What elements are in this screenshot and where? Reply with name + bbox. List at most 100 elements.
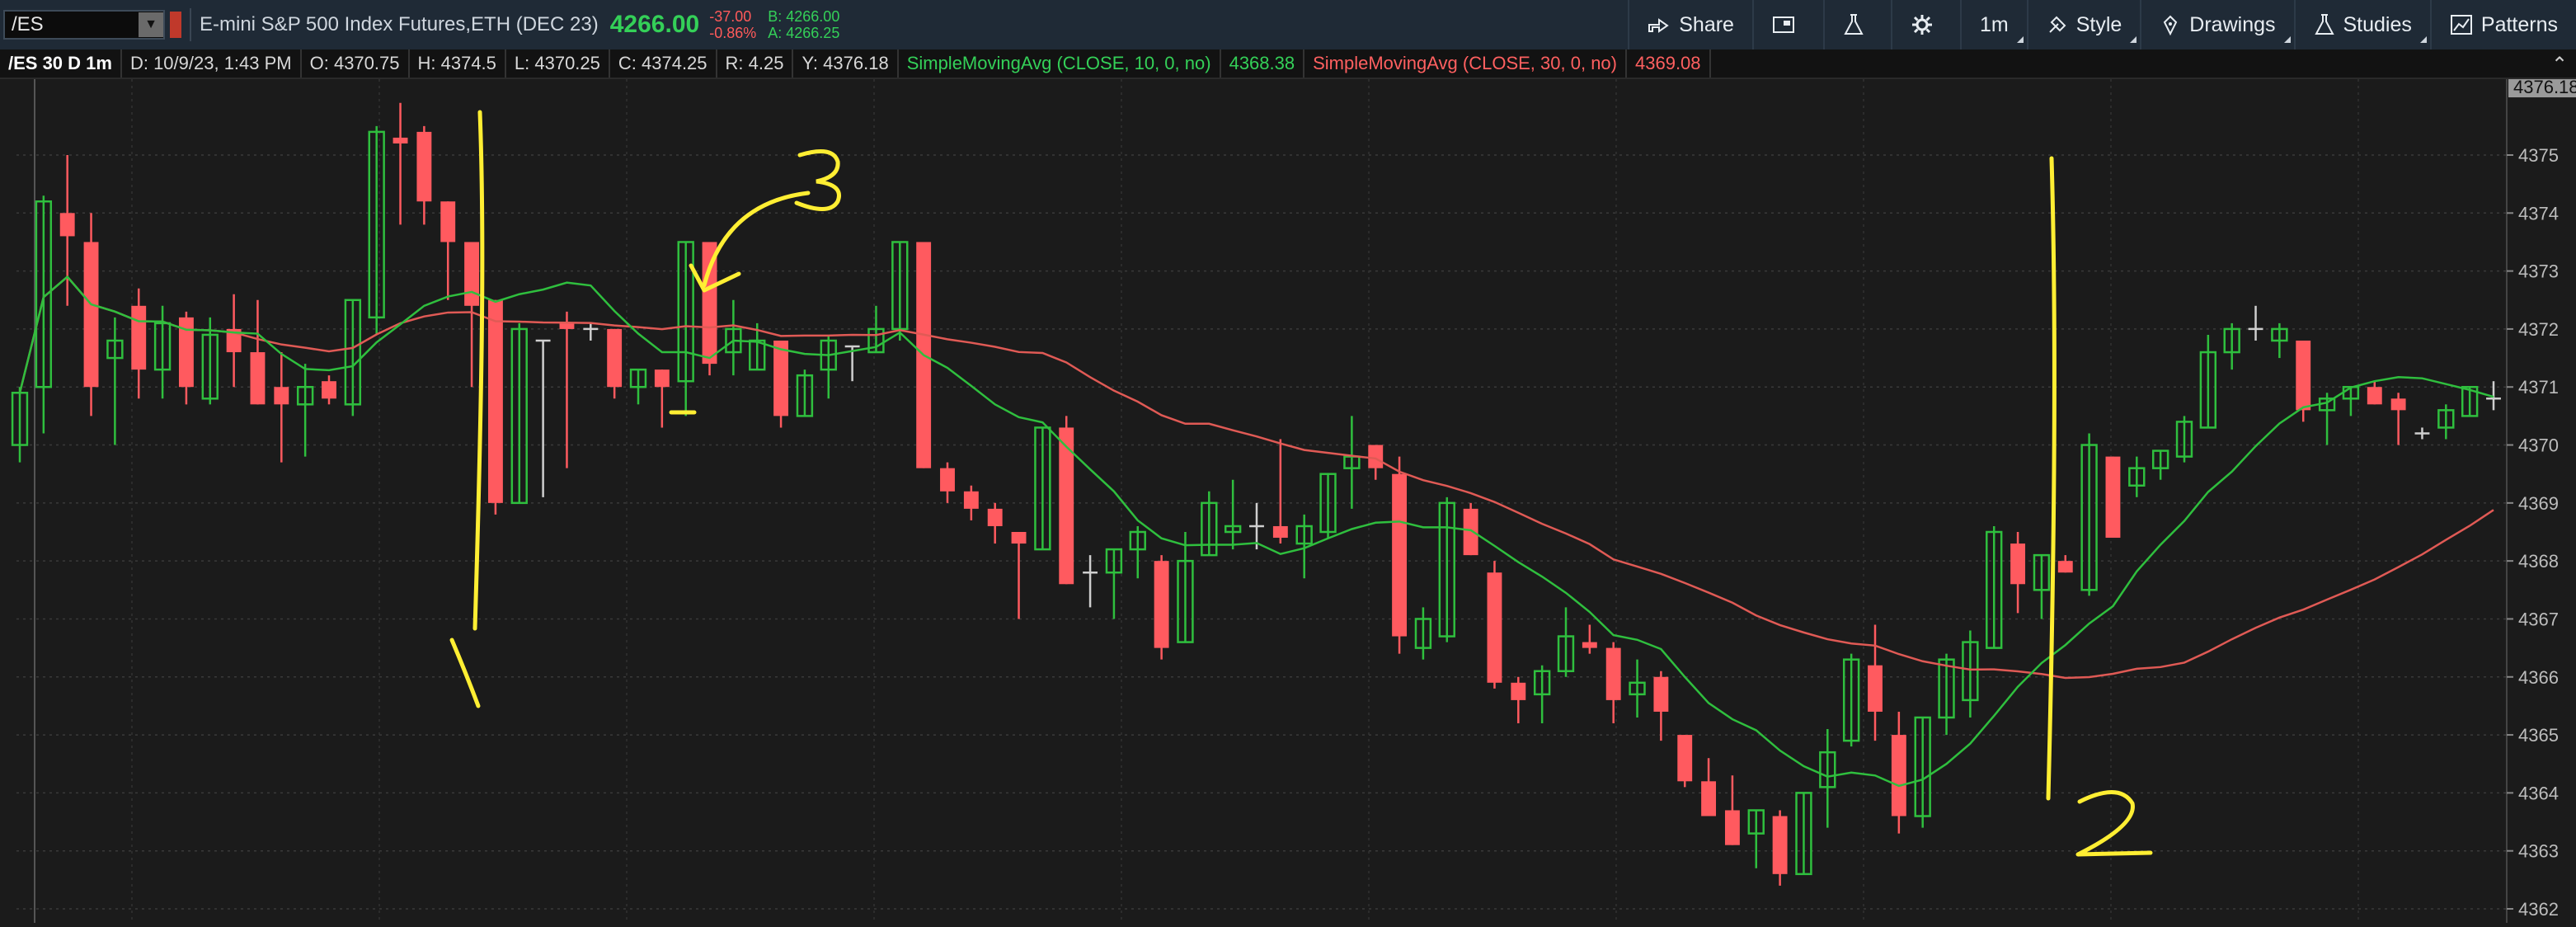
- gear-icon: [1911, 15, 1932, 35]
- bar-high: H: 4374.5: [410, 49, 506, 78]
- sma-fast-value: 4368.38: [1221, 49, 1305, 78]
- last-price: 4266.00: [609, 11, 700, 38]
- candle-body: [393, 137, 408, 144]
- share-button[interactable]: Share: [1628, 0, 1752, 49]
- symbol-description: E-mini S&P 500 Index Futures,ETH (DEC 23…: [200, 13, 599, 35]
- drawings-button[interactable]: Drawings: [2140, 0, 2293, 49]
- chart-info-bar: /ES 30 D 1m D: 10/9/23, 1:43 PM O: 4370.…: [0, 49, 2576, 79]
- price-axis-label: 4367: [2518, 609, 2559, 629]
- candle-body: [1582, 642, 1597, 648]
- bar-open: O: 4370.75: [302, 49, 410, 78]
- candle-body: [274, 387, 289, 405]
- studies-label: Studies: [2343, 12, 2412, 36]
- price-chart[interactable]: 4375 4374 4373 4372 4371 4370 4369 4368 4367 4366…: [0, 76, 2576, 923]
- studies-flask-icon: [2314, 14, 2334, 35]
- candle-body: [59, 213, 75, 237]
- candle-body: [1011, 532, 1027, 544]
- candle-body: [322, 381, 336, 399]
- divider: [190, 8, 191, 41]
- candle-body: [987, 508, 1003, 526]
- style-button[interactable]: Style: [2026, 0, 2141, 49]
- candle-body: [1272, 525, 1288, 539]
- candle-body: [131, 305, 147, 370]
- down-candle: [1392, 456, 1408, 654]
- percent-change: -0.86%: [709, 25, 757, 41]
- bid-price: B: 4266.00: [768, 8, 840, 25]
- candle-body: [250, 352, 266, 405]
- candle-body: [1772, 816, 1788, 874]
- ask-price: A: 4266.25: [768, 25, 840, 41]
- price-axis-label: 4372: [2518, 319, 2559, 340]
- bar-date: D: 10/9/23, 1:43 PM: [122, 49, 302, 78]
- flag-menu-button[interactable]: [1751, 0, 1823, 49]
- sma-fast-label[interactable]: SimpleMovingAvg (CLOSE, 10, 0, no): [899, 49, 1221, 78]
- candle-body: [1677, 735, 1693, 782]
- chart-canvas[interactable]: 4375 4374 4373 4372 4371 4370 4369 4368 4367 4366…: [0, 76, 2576, 923]
- price-axis-label: 4374: [2518, 203, 2559, 224]
- lab-button[interactable]: [1822, 0, 1891, 49]
- price-axis-label: 4369: [2518, 493, 2559, 514]
- link-flag-icon[interactable]: [170, 12, 181, 38]
- settings-button[interactable]: [1890, 0, 1960, 49]
- bid-ask: B: 4266.00 A: 4266.25: [768, 8, 839, 41]
- candle-body: [654, 369, 670, 388]
- studies-button[interactable]: Studies: [2293, 0, 2430, 49]
- candle-body: [1868, 665, 1883, 712]
- candle-body: [1463, 508, 1478, 556]
- candle-body: [464, 242, 480, 306]
- dropdown-corner-icon: [2016, 36, 2024, 43]
- dropdown-corner-icon: [2130, 36, 2137, 43]
- share-icon: [1648, 18, 1669, 33]
- down-candle: [1487, 561, 1502, 689]
- style-icon: [2048, 16, 2066, 33]
- share-label: Share: [1679, 12, 1734, 36]
- patterns-icon: [2450, 15, 2472, 35]
- down-candle: [2105, 456, 2121, 539]
- candle-body: [607, 328, 623, 388]
- chart-toolbar: Share 1m Style Drawings Studies Patterns: [1628, 0, 2576, 49]
- candle-body: [1392, 473, 1408, 637]
- chart-symbol-label[interactable]: /ES 30 D 1m: [0, 49, 122, 78]
- patterns-button[interactable]: Patterns: [2429, 0, 2576, 49]
- timeframe-button[interactable]: 1m: [1959, 0, 2027, 49]
- symbol-input[interactable]: /ES ▼: [3, 10, 165, 40]
- bar-low: L: 4370.25: [506, 49, 610, 78]
- dropdown-corner-icon: [2283, 36, 2291, 43]
- down-candle: [83, 213, 99, 416]
- symbol-input-value[interactable]: /ES: [5, 13, 139, 36]
- price-axis-label: 4364: [2518, 783, 2559, 803]
- down-candle: [773, 340, 789, 428]
- bar-close: C: 4374.25: [610, 49, 717, 78]
- sma-slow-label[interactable]: SimpleMovingAvg (CLOSE, 30, 0, no): [1304, 49, 1627, 78]
- candle-body: [1154, 561, 1169, 648]
- collapse-chevron-icon[interactable]: ⌃: [2543, 53, 2576, 76]
- candle-body: [1487, 572, 1502, 683]
- candle-body: [1891, 735, 1906, 816]
- candle-body: [1653, 676, 1669, 712]
- symbol-dropdown-button[interactable]: ▼: [139, 12, 163, 37]
- price-axis-label: 4363: [2518, 841, 2559, 862]
- candle-body: [1701, 781, 1717, 816]
- candle-body: [773, 340, 789, 416]
- flask-icon: [1844, 14, 1864, 35]
- candle-body: [1368, 445, 1384, 468]
- style-label: Style: [2075, 12, 2122, 36]
- candle-body: [2367, 387, 2382, 405]
- drawings-label: Drawings: [2189, 12, 2276, 36]
- candle-body: [1724, 810, 1740, 845]
- net-change: -37.00: [709, 8, 752, 25]
- candle-body: [1511, 682, 1526, 700]
- candle-body: [2296, 340, 2311, 411]
- price-axis-label: 4370: [2518, 435, 2559, 456]
- candle-body: [2057, 561, 2073, 573]
- candle-body: [416, 131, 432, 202]
- flag-panel-icon: [1772, 16, 1794, 33]
- candle-body: [440, 201, 456, 242]
- down-candle: [1677, 735, 1693, 788]
- down-candle: [1154, 555, 1169, 660]
- price-axis-label: 4373: [2518, 261, 2559, 282]
- candle-body: [487, 299, 503, 503]
- candle-body: [940, 468, 955, 492]
- price-axis-label: 4368: [2518, 551, 2559, 572]
- sma-slow-value: 4369.08: [1627, 49, 1711, 78]
